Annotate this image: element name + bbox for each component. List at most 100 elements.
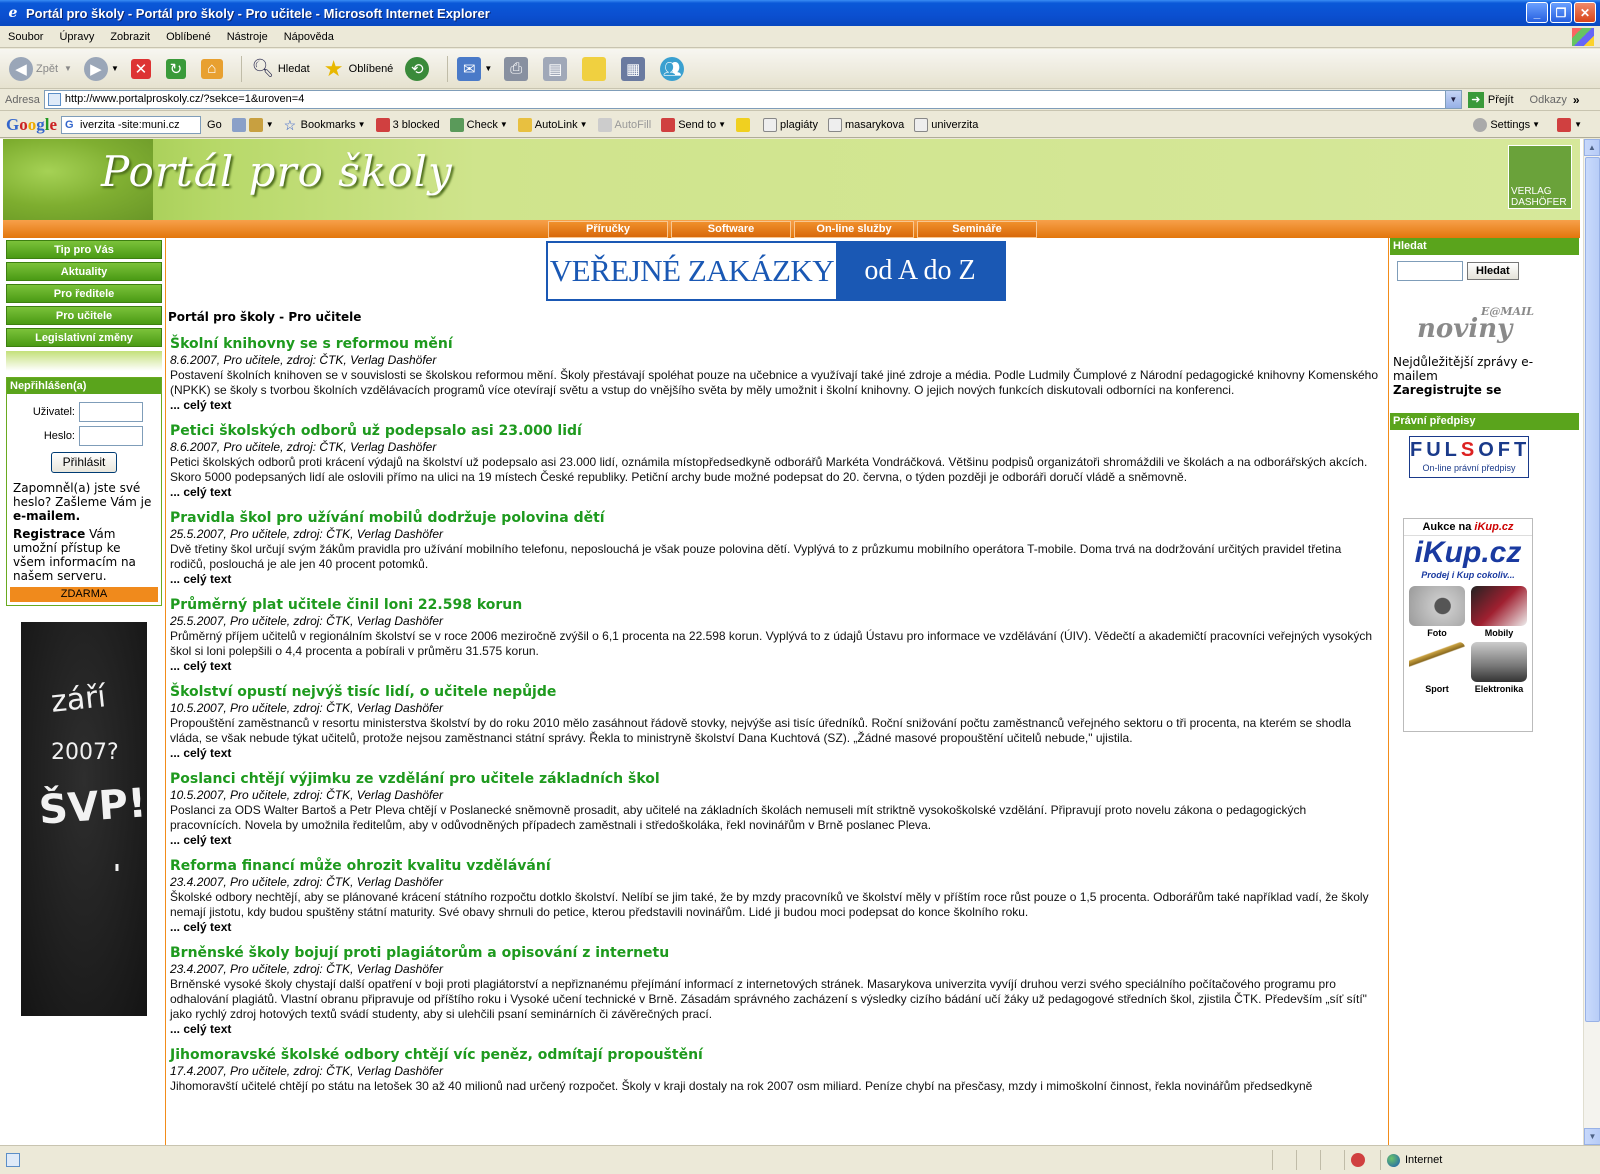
scroll-down-icon[interactable]: ▼ [1584,1128,1600,1145]
fulsoft-banner[interactable]: FULSOFT On-line právní předpisy [1409,436,1529,478]
nav-software[interactable]: Software [671,221,791,238]
article-title[interactable]: Školství opustí nejvýš tisíc lidí, o uči… [170,683,1380,701]
ikup-cat-elektronika[interactable]: Elektronika [1468,642,1530,694]
highlight-button[interactable] [736,117,753,132]
article-title[interactable]: Petici školských odborů už podepsalo asi… [170,422,1380,440]
article-title[interactable]: Reforma financí může ohrozit kvalitu vzd… [170,857,1380,875]
vertical-scrollbar[interactable]: ▲ ▼ [1583,139,1600,1145]
menu-tools[interactable]: Nástroje [219,31,276,43]
forgot-email-link[interactable]: e-mailem. [13,509,80,523]
address-dropdown-icon[interactable]: ▼ [1444,91,1461,108]
go-button[interactable]: ➜ Přejít [1467,91,1514,108]
site-search-input[interactable] [1397,261,1463,281]
mail-button[interactable]: ✉ ▼ [454,53,495,85]
ikup-cat-sport[interactable]: Sport [1406,642,1468,694]
term-univerzita[interactable]: univerzita [914,117,978,132]
discuss-button[interactable] [579,53,612,85]
popup-blocker[interactable]: 3 blocked [375,117,440,132]
password-input[interactable] [79,426,143,446]
article-title[interactable]: Pravidla škol pro užívání mobilů dodržuj… [170,509,1380,527]
menu-favorites[interactable]: Oblíbené [158,31,219,43]
term-masarykova[interactable]: masarykova [827,117,904,132]
site-search-button[interactable]: Hledat [1467,262,1519,280]
site-logo[interactable]: Portál pro školy [101,147,453,196]
chevron-right-icon[interactable]: » [1573,93,1580,107]
menu-edit[interactable]: Úpravy [51,31,102,43]
window-titlebar[interactable]: e Portál pro školy - Portál pro školy - … [0,0,1600,26]
menu-file[interactable]: Soubor [0,31,51,43]
messenger-button[interactable]: 👥︎ [657,53,690,85]
menu-pro-ucitele[interactable]: Pro učitele [6,306,162,325]
print-button[interactable]: ⎙ [501,53,534,85]
enews-register-link[interactable]: Zaregistrujte se [1393,383,1501,397]
free-badge[interactable]: ZDARMA [10,587,158,602]
history-button[interactable]: ⟲ [402,53,435,85]
back-dropdown-icon[interactable]: ▼ [64,64,72,73]
refresh-button[interactable]: ↻ [163,53,192,85]
dropdown-icon: ▼ [357,120,366,129]
forward-dropdown-icon[interactable]: ▼ [111,64,119,73]
autolink-button[interactable]: AutoLink ▼ [517,117,588,132]
research-button[interactable]: ▦ [618,53,651,85]
svp-ad-banner[interactable]: září 2007? ŠVP! ' [21,622,147,1016]
search-button[interactable]: 🔍︎ Hledat [248,53,313,85]
menu-tip-pro-vas[interactable]: Tip pro Vás [6,240,162,259]
scroll-up-icon[interactable]: ▲ [1584,139,1600,156]
menu-aktuality[interactable]: Aktuality [6,262,162,281]
sendto-button[interactable]: Send to ▼ [661,117,726,132]
forward-button[interactable]: ▶ ▼ [81,53,122,85]
read-more-link[interactable]: ... celý text [170,485,1380,500]
menu-view[interactable]: Zobrazit [102,31,158,43]
scroll-thumb[interactable] [1585,157,1600,1022]
home-button[interactable]: ⌂ [198,53,229,85]
google-search-options[interactable]: ▼ [231,117,274,132]
menu-legislativni-zmeny[interactable]: Legislativní změny [6,328,162,347]
links-button[interactable]: Odkazy [1530,94,1567,106]
spellcheck-button[interactable]: Check ▼ [449,117,508,132]
article-title[interactable]: Jihomoravské školské odbory chtějí víc p… [170,1046,1380,1064]
nav-online-sluzby[interactable]: On-line služby [794,221,914,238]
menu-pro-reditele[interactable]: Pro ředitele [6,284,162,303]
maximize-button[interactable]: ❐ [1550,2,1572,23]
favorites-button[interactable]: ★ Oblíbené [319,53,397,85]
minimize-button[interactable]: _ [1526,2,1548,23]
registration-link[interactable]: Registrace [13,527,85,541]
ikup-cat-foto[interactable]: Foto [1406,586,1468,638]
article-title[interactable]: Průměrný plat učitele činil loni 22.598 … [170,596,1380,614]
username-input[interactable] [79,402,143,422]
address-input[interactable]: http://www.portalproskoly.cz/?sekce=1&ur… [43,90,1462,109]
article-title[interactable]: Brněnské školy bojují proti plagiátorům … [170,944,1380,962]
back-button[interactable]: ◀ Zpět ▼ [6,53,75,85]
read-more-link[interactable]: ... celý text [170,398,1380,413]
close-button[interactable]: ✕ [1574,2,1596,23]
read-more-link[interactable]: ... celý text [170,659,1380,674]
verejne-zakazky-banner[interactable]: VEŘEJNÉ ZAKÁZKY od A do Z [546,241,1006,301]
translate-button[interactable]: ▼ [1557,117,1582,132]
autofill-button[interactable]: AutoFill [597,117,651,132]
publisher-logo[interactable]: VERLAG DASHÖFER [1508,145,1572,209]
ikup-cat-mobily[interactable]: Mobily [1468,586,1530,638]
google-go-button[interactable]: Go [207,119,222,131]
login-button[interactable]: Přihlásit [51,452,117,473]
menu-help[interactable]: Nápověda [276,31,342,43]
nav-seminare[interactable]: Semináře [917,221,1037,238]
edit-button[interactable]: ▤ [540,53,573,85]
settings-button[interactable]: Settings ▼ [1473,117,1540,132]
read-more-link[interactable]: ... celý text [170,833,1380,848]
bookmarks-button[interactable]: ☆ Bookmarks ▼ [284,118,366,132]
read-more-link[interactable]: ... celý text [170,920,1380,935]
email-noviny-logo[interactable]: E@MAIL noviny [1417,306,1580,342]
read-more-link[interactable]: ... celý text [170,746,1380,761]
read-more-link[interactable]: ... celý text [170,572,1380,587]
ikup-ad[interactable]: Aukce na iKup.cz iKup.cz Prodej i Kup co… [1403,518,1533,732]
nav-prirucky[interactable]: Příručky [548,221,668,238]
article-title[interactable]: Poslanci chtějí výjimku ze vzdělání pro … [170,770,1380,788]
google-search-input[interactable]: iverzita -site:muni.cz [61,115,202,134]
google-logo[interactable]: Google [6,115,57,135]
mail-dropdown-icon[interactable]: ▼ [484,64,492,73]
term-plagiaty[interactable]: plagiáty [763,117,818,132]
read-more-link[interactable]: ... celý text [170,1022,1380,1037]
stop-button[interactable]: ✕ [128,53,157,85]
popup-blocked-icon[interactable] [1344,1150,1380,1170]
article-title[interactable]: Školní knihovny se s reformou mění [170,335,1380,353]
